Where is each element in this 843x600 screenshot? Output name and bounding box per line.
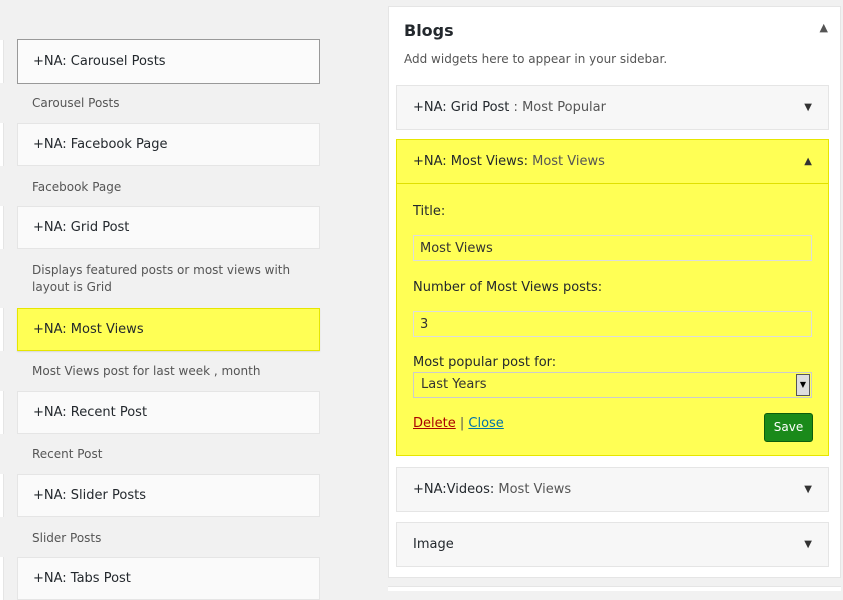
widget-description: Recent Post	[32, 447, 103, 461]
edge-strip	[0, 206, 4, 249]
sidebar-blogs: Blogs ▲ Add widgets here to appear in yo…	[388, 6, 841, 578]
count-input[interactable]	[413, 311, 812, 337]
link-separator: |	[455, 416, 469, 431]
widget-title: +NA: Grid Post	[413, 100, 510, 115]
collapse-icon[interactable]: ▲	[820, 21, 828, 34]
title-label: Title:	[413, 204, 446, 219]
widget-grid-post[interactable]: +NA: Grid Post	[17, 206, 320, 249]
widget-slider-posts[interactable]: +NA: Slider Posts	[17, 474, 320, 517]
widget-facebook-page[interactable]: +NA: Facebook Page	[17, 123, 320, 166]
period-selected-value: Last Years	[421, 377, 487, 392]
next-sidebar-edge	[388, 586, 841, 591]
widget-description: Slider Posts	[32, 531, 102, 545]
expand-icon[interactable]: ▼	[804, 468, 812, 511]
available-widgets-panel: +NA: Carousel Posts Carousel Posts +NA: …	[0, 0, 340, 600]
delete-link[interactable]: Delete	[413, 416, 456, 431]
sidebar-widget-most-views-open: +NA: Most Views: Most Views ▲ Title: Num…	[396, 139, 829, 456]
widget-most-views[interactable]: +NA: Most Views	[17, 308, 320, 351]
widget-subtitle: Most Views	[494, 482, 572, 497]
sidebar-widget-videos[interactable]: +NA:Videos: Most Views ▼	[396, 467, 829, 512]
edge-strip	[0, 308, 4, 351]
count-label: Number of Most Views posts:	[413, 280, 603, 295]
widget-actions: Delete | Close	[413, 416, 504, 431]
widget-title: Image	[413, 537, 454, 552]
sidebar-widget-image[interactable]: Image ▼	[396, 522, 829, 567]
widget-title: +NA:Videos:	[413, 482, 495, 497]
widget-recent-post[interactable]: +NA: Recent Post	[17, 391, 320, 434]
widget-tabs-post[interactable]: +NA: Tabs Post	[17, 557, 320, 600]
edge-strip	[0, 474, 4, 517]
sidebar-description: Add widgets here to appear in your sideb…	[404, 52, 668, 66]
sidebar-title: Blogs	[404, 21, 454, 40]
widget-description: Facebook Page	[32, 180, 122, 194]
widget-description: Displays featured posts or most views wi…	[32, 263, 291, 294]
widget-subtitle: : Most Popular	[509, 100, 606, 115]
widget-carousel-posts[interactable]: +NA: Carousel Posts	[17, 39, 320, 84]
edge-strip	[0, 391, 4, 434]
close-link[interactable]: Close	[468, 416, 503, 431]
widget-subtitle: Most Views	[527, 154, 605, 169]
edge-strip	[0, 123, 4, 166]
chevron-down-icon[interactable]: ▼	[796, 374, 810, 396]
widget-description: Carousel Posts	[32, 96, 120, 110]
title-input[interactable]	[413, 235, 812, 261]
truncated-header-text	[40, 0, 44, 4]
sidebar-widget-grid-post[interactable]: +NA: Grid Post : Most Popular ▼	[396, 85, 829, 130]
edge-strip	[0, 40, 4, 83]
widget-title: +NA: Most Views:	[413, 154, 528, 169]
widget-description: Most Views post for last week , month	[32, 364, 261, 378]
collapse-icon[interactable]: ▲	[804, 140, 812, 184]
period-label: Most popular post for:	[413, 355, 557, 370]
save-button[interactable]: Save	[764, 413, 813, 442]
period-select[interactable]: Last Years ▼	[413, 372, 812, 398]
expand-icon[interactable]: ▼	[804, 523, 812, 566]
widget-header[interactable]: +NA: Most Views: Most Views ▲	[397, 140, 828, 184]
expand-icon[interactable]: ▼	[804, 86, 812, 129]
edge-strip	[0, 557, 4, 600]
